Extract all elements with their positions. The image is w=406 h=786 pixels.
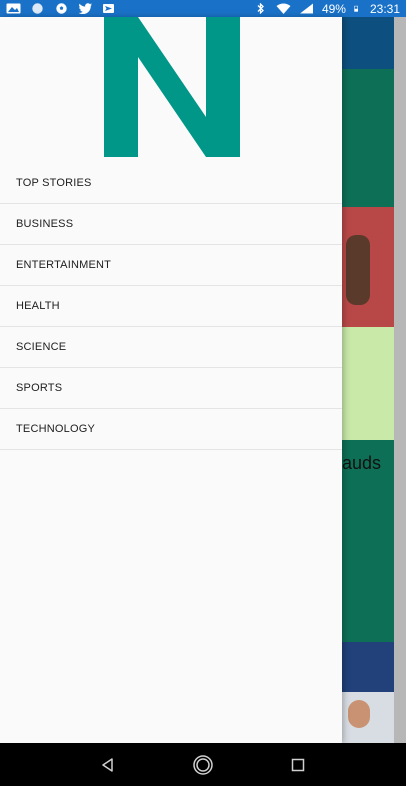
drawer-header (0, 17, 342, 157)
menu-item-label: TOP STORIES (16, 177, 92, 189)
back-icon (101, 757, 113, 772)
back-button[interactable] (96, 753, 120, 777)
menu-item-label: SPORTS (16, 382, 63, 394)
menu-item-technology[interactable]: TECHNOLOGY (0, 409, 342, 450)
menu-item-top-stories[interactable]: TOP STORIES (0, 163, 342, 204)
battery-percent: 49% (321, 1, 346, 16)
image-icon (6, 3, 21, 14)
circle-app-icon (32, 3, 43, 14)
home-icon (193, 754, 213, 775)
signal-icon (299, 3, 313, 14)
menu-item-health[interactable]: HEALTH (0, 286, 342, 327)
menu-item-label: TECHNOLOGY (16, 423, 96, 435)
news-card[interactable] (342, 69, 394, 197)
twitter-icon (78, 3, 93, 14)
scrim-edge (394, 17, 406, 743)
category-menu: TOP STORIES BUSINESS ENTERTAINMENT HEALT… (0, 163, 342, 450)
recents-icon (292, 758, 305, 771)
menu-item-label: ENTERTAINMENT (16, 259, 112, 271)
app-logo (104, 17, 240, 157)
home-button[interactable] (191, 753, 215, 777)
menu-item-science[interactable]: SCIENCE (0, 327, 342, 368)
menu-item-entertainment[interactable]: ENTERTAINMENT (0, 245, 342, 286)
menu-item-label: HEALTH (16, 300, 60, 312)
send-icon (103, 4, 114, 13)
news-headline: auds (342, 453, 382, 473)
bluetooth-icon (257, 3, 264, 14)
system-navigation-bar (0, 743, 406, 786)
menu-item-business[interactable]: BUSINESS (0, 204, 342, 245)
menu-item-label: SCIENCE (16, 341, 67, 353)
menu-item-label: BUSINESS (16, 218, 74, 230)
news-image (342, 207, 394, 440)
navigation-drawer: TOP STORIES BUSINESS ENTERTAINMENT HEALT… (0, 17, 342, 743)
clock: 23:31 (369, 1, 400, 16)
recents-button[interactable] (286, 753, 310, 777)
soccer-ball-icon (56, 3, 67, 14)
status-bar: 49% 23:31 (0, 0, 406, 17)
menu-item-sports[interactable]: SPORTS (0, 368, 342, 409)
news-image (342, 642, 394, 743)
battery-icon (354, 5, 358, 12)
wifi-icon (276, 3, 291, 14)
